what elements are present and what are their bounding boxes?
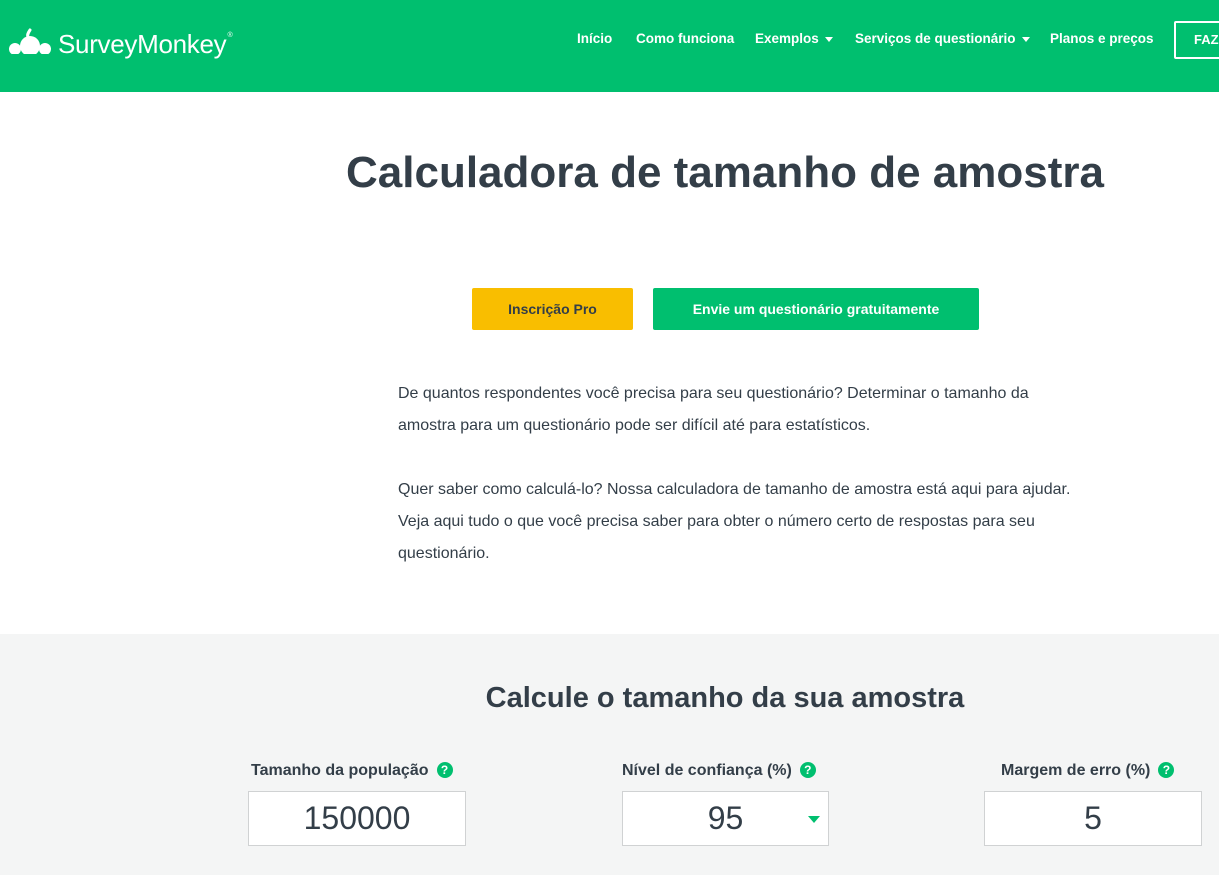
nav-link-como-funciona[interactable]: Como funciona: [636, 31, 734, 46]
registered-mark: ®: [227, 31, 233, 39]
help-icon[interactable]: ?: [799, 762, 816, 778]
chevron-down-icon: [824, 36, 833, 42]
population-input[interactable]: 150000: [248, 791, 466, 846]
pro-signup-button[interactable]: Inscrição Pro: [472, 288, 633, 330]
dropdown-arrow-icon: [808, 816, 820, 823]
nav-link-exemplos[interactable]: Exemplos: [755, 31, 833, 46]
brand-name: SurveyMonkey ®: [58, 28, 233, 59]
calculator-title: Calcule o tamanho da sua amostra: [485, 682, 965, 714]
top-nav: SurveyMonkey ® Início Como funciona Exemp…: [0, 0, 1219, 92]
confidence-select[interactable]: 95: [622, 791, 829, 846]
logo[interactable]: SurveyMonkey ®: [8, 24, 233, 64]
confidence-label-text: Nível de confiança (%): [622, 762, 792, 779]
intro-paragraph-2: Quer saber como calculá-lo? Nossa calcul…: [398, 481, 1071, 562]
population-label: Tamanho da população?: [251, 762, 453, 780]
help-icon[interactable]: ?: [1158, 762, 1175, 778]
population-label-text: Tamanho da população: [251, 762, 429, 779]
margin-label-text: Margem de erro (%): [1001, 762, 1151, 779]
margin-label: Margem de erro (%)?: [1001, 762, 1175, 780]
margin-input[interactable]: 5: [984, 791, 1202, 846]
send-free-survey-button[interactable]: Envie um questionário gratuitamente: [653, 288, 979, 330]
nav-link-planos[interactable]: Planos e preços: [1050, 31, 1154, 46]
intro-paragraph-1: De quantos respondentes você precisa par…: [398, 385, 1029, 434]
chevron-down-icon: [1021, 36, 1030, 42]
nav-link-inicio[interactable]: Início: [577, 31, 612, 46]
confidence-label: Nível de confiança (%)?: [622, 762, 816, 780]
monkey-logo-icon: [9, 28, 51, 60]
nav-link-exemplos-label: Exemplos: [755, 31, 819, 46]
confidence-select-value: 95: [707, 800, 744, 836]
login-button[interactable]: FAZER LOGIN: [1174, 21, 1219, 59]
calculator-section: Calcule o tamanho da sua amostra Tamanho…: [0, 634, 1219, 875]
nav-link-servicos-label: Serviços de questionário: [855, 31, 1016, 46]
page-title: Calculadora de tamanho de amostra: [346, 148, 1104, 197]
nav-link-servicos[interactable]: Serviços de questionário: [855, 31, 1030, 46]
help-icon[interactable]: ?: [436, 762, 453, 778]
